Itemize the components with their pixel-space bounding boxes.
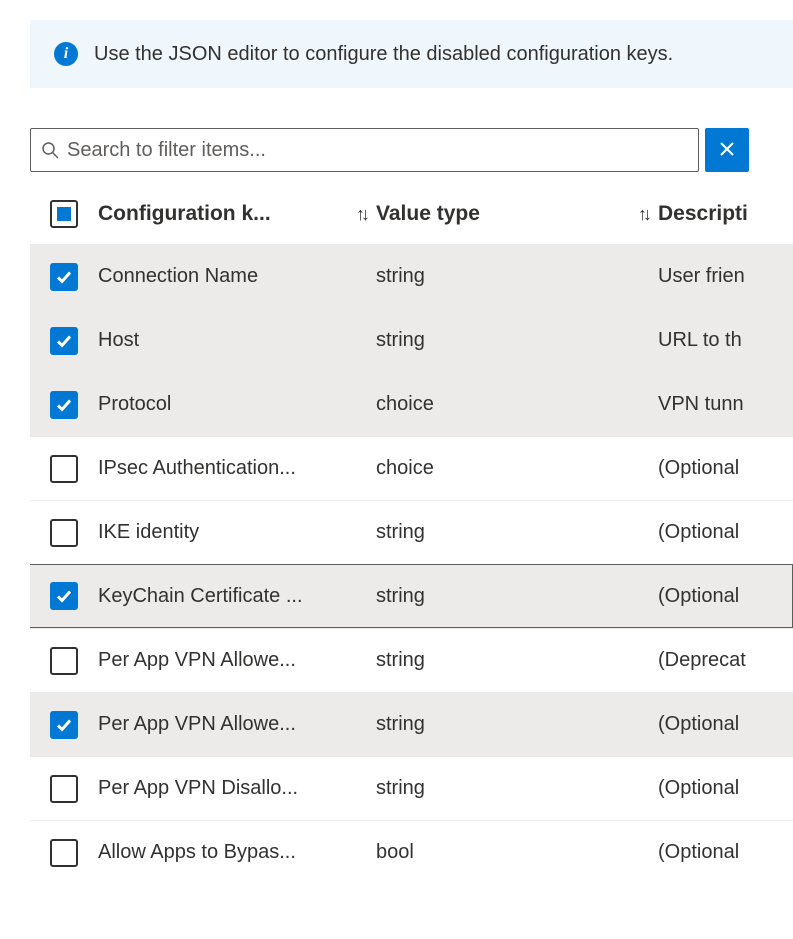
table-row[interactable]: Allow Apps to Bypas... bool (Optional <box>30 820 793 884</box>
row-checkbox[interactable] <box>50 582 78 610</box>
table-row[interactable]: Per App VPN Allowe... string (Optional <box>30 692 793 756</box>
row-checkbox[interactable] <box>50 711 78 739</box>
config-key-value: Per App VPN Allowe... <box>98 649 296 672</box>
config-key-value: Host <box>98 329 139 352</box>
info-banner: i Use the JSON editor to configure the d… <box>30 20 793 88</box>
value-type: string <box>376 329 425 352</box>
table-row[interactable]: Per App VPN Allowe... string (Deprecat <box>30 628 793 692</box>
description-value: VPN tunn <box>658 393 744 416</box>
value-type: string <box>376 521 425 544</box>
config-key-value: Connection Name <box>98 265 258 288</box>
config-key-value: KeyChain Certificate ... <box>98 585 303 608</box>
search-input[interactable] <box>67 139 688 162</box>
value-type: choice <box>376 393 434 416</box>
value-type: string <box>376 265 425 288</box>
row-checkbox[interactable] <box>50 519 78 547</box>
config-key-value: Per App VPN Disallo... <box>98 777 298 800</box>
description-value: (Optional <box>658 841 739 864</box>
table-row[interactable]: Protocol choice VPN tunn <box>30 372 793 436</box>
config-table: Configuration k... ↑↓ Value type ↑↓ Desc… <box>30 188 793 884</box>
info-icon: i <box>54 42 78 66</box>
row-checkbox[interactable] <box>50 327 78 355</box>
column-header-key[interactable]: Configuration k... ↑↓ <box>98 202 376 226</box>
value-type: bool <box>376 841 414 864</box>
description-value: User frien <box>658 265 745 288</box>
column-header-value-type-label: Value type <box>376 202 480 226</box>
table-row[interactable]: IPsec Authentication... choice (Optional <box>30 436 793 500</box>
table-row[interactable]: Connection Name string User frien <box>30 244 793 308</box>
table-row[interactable]: Host string URL to th <box>30 308 793 372</box>
config-key-value: Allow Apps to Bypas... <box>98 841 296 864</box>
description-value: (Optional <box>658 713 739 736</box>
config-key-value: IKE identity <box>98 521 199 544</box>
value-type: string <box>376 585 425 608</box>
column-header-description[interactable]: Descripti <box>658 202 793 226</box>
description-value: (Optional <box>658 457 739 480</box>
select-all-checkbox[interactable] <box>50 200 78 228</box>
description-value: (Optional <box>658 585 739 608</box>
config-key-value: Protocol <box>98 393 171 416</box>
row-checkbox[interactable] <box>50 391 78 419</box>
clear-search-button[interactable] <box>705 128 749 172</box>
row-checkbox[interactable] <box>50 839 78 867</box>
description-value: URL to th <box>658 329 742 352</box>
sort-icon: ↑↓ <box>356 204 366 225</box>
search-row <box>30 128 793 172</box>
search-box[interactable] <box>30 128 699 172</box>
description-value: (Deprecat <box>658 649 746 672</box>
sort-icon: ↑↓ <box>638 204 648 225</box>
table-row[interactable]: KeyChain Certificate ... string (Optional <box>30 564 793 628</box>
row-checkbox[interactable] <box>50 647 78 675</box>
column-header-description-label: Descripti <box>658 202 748 226</box>
table-row[interactable]: Per App VPN Disallo... string (Optional <box>30 756 793 820</box>
row-checkbox[interactable] <box>50 775 78 803</box>
row-checkbox[interactable] <box>50 263 78 291</box>
search-icon <box>41 141 59 159</box>
description-value: (Optional <box>658 777 739 800</box>
column-header-key-label: Configuration k... <box>98 202 271 226</box>
value-type: string <box>376 713 425 736</box>
value-type: choice <box>376 457 434 480</box>
close-icon <box>720 140 734 161</box>
config-key-value: Per App VPN Allowe... <box>98 713 296 736</box>
value-type: string <box>376 649 425 672</box>
column-header-value-type[interactable]: Value type ↑↓ <box>376 202 658 226</box>
value-type: string <box>376 777 425 800</box>
description-value: (Optional <box>658 521 739 544</box>
info-banner-text: Use the JSON editor to configure the dis… <box>94 40 673 68</box>
config-key-value: IPsec Authentication... <box>98 457 296 480</box>
row-checkbox[interactable] <box>50 455 78 483</box>
table-row[interactable]: IKE identity string (Optional <box>30 500 793 564</box>
table-header: Configuration k... ↑↓ Value type ↑↓ Desc… <box>30 188 793 244</box>
